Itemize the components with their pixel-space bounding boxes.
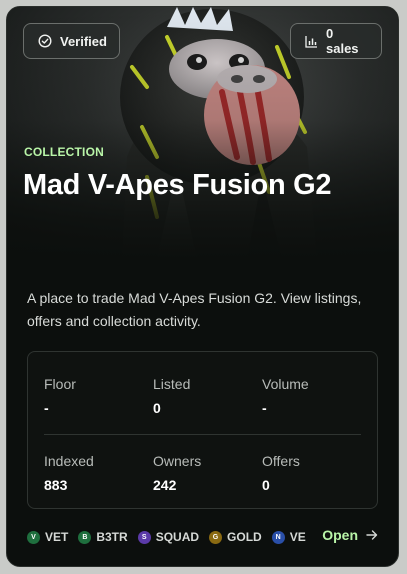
verified-label: Verified <box>60 33 107 49</box>
stat-value: 883 <box>44 477 68 493</box>
collection-description: A place to trade Mad V-Apes Fusion G2. V… <box>27 290 362 329</box>
stat-value: - <box>262 400 267 416</box>
token-symbol: VE <box>289 530 306 544</box>
arrow-right-icon <box>366 530 378 540</box>
stats-panel: Floor - Listed 0 Volume - Indexed 883 Ow… <box>27 351 378 509</box>
collection-kicker: COLLECTION <box>24 145 104 159</box>
check-circle-icon <box>38 34 52 48</box>
stat-value: - <box>44 400 49 416</box>
token-vet: V VET <box>27 530 68 544</box>
stat-value: 242 <box>153 477 177 493</box>
stat-floor: Floor - <box>44 376 76 416</box>
token-ve: N VE <box>271 530 306 544</box>
token-squad: S SQUAD <box>137 530 200 544</box>
stat-value: 0 <box>262 477 270 493</box>
token-gold-icon: G <box>209 530 223 544</box>
sales-badge: 0 sales <box>290 23 382 59</box>
collection-card[interactable]: Verified 0 sales COLLECTION Mad V-Apes F… <box>6 6 399 567</box>
token-b3tr: B B3TR <box>78 530 128 544</box>
stat-label: Volume <box>262 376 309 392</box>
card-footer: V VET B B3TR S SQUAD G GOLD N VE Open <box>27 527 382 547</box>
stat-volume: Volume - <box>262 376 309 416</box>
open-label: Open <box>322 527 358 543</box>
stat-label: Offers <box>262 453 300 469</box>
token-symbol: GOLD <box>227 530 262 544</box>
stats-divider <box>44 434 361 435</box>
sales-label: 0 sales <box>326 26 359 56</box>
collection-banner: Verified 0 sales COLLECTION Mad V-Apes F… <box>7 7 398 259</box>
token-squad-icon: S <box>137 530 151 544</box>
stat-indexed: Indexed 883 <box>44 453 94 493</box>
stat-value: 0 <box>153 400 161 416</box>
token-b3tr-icon: B <box>78 530 92 544</box>
token-symbol: SQUAD <box>155 530 200 544</box>
token-symbol: B3TR <box>96 530 128 544</box>
collection-title: Mad V-Apes Fusion G2 <box>23 169 332 201</box>
verified-badge: Verified <box>23 23 120 59</box>
stat-label: Listed <box>153 376 191 392</box>
bar-chart-icon <box>305 35 317 48</box>
stat-label: Floor <box>44 376 76 392</box>
stat-label: Indexed <box>44 453 94 469</box>
stat-label: Owners <box>153 453 202 469</box>
token-gold: G GOLD <box>209 530 262 544</box>
token-symbol: VET <box>45 530 69 544</box>
token-ve-icon: N <box>271 530 285 544</box>
open-collection-link[interactable]: Open <box>322 527 378 543</box>
stat-listed: Listed 0 <box>153 376 190 416</box>
stat-owners: Owners 242 <box>153 453 201 493</box>
stat-offers: Offers 0 <box>262 453 300 493</box>
token-vet-icon: V <box>27 530 40 544</box>
